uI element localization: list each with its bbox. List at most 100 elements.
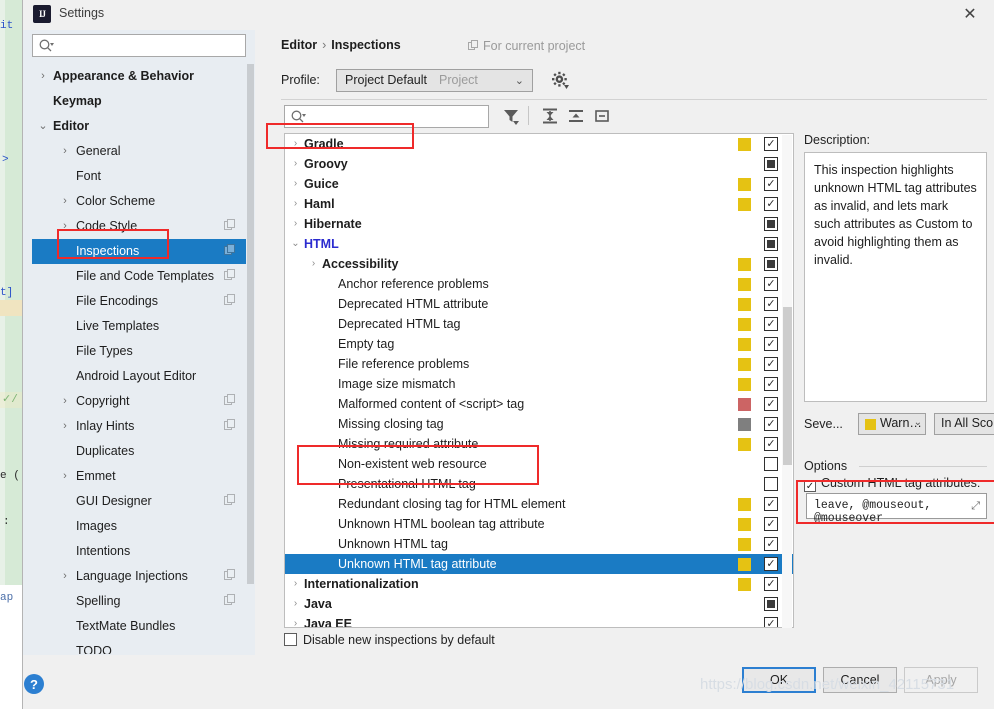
tree-row[interactable]: Non-existent web resource	[285, 454, 793, 474]
chevron-right-icon[interactable]: ›	[58, 389, 72, 414]
help-button[interactable]: ?	[24, 674, 44, 694]
sidebar-item-todo[interactable]: TODO	[32, 639, 255, 654]
chevron-right-icon[interactable]: ›	[289, 134, 302, 154]
tree-row[interactable]: › Gradle ✓	[285, 134, 793, 154]
severity-combo[interactable]: Warn… ⌄	[858, 413, 926, 435]
chevron-right-icon[interactable]: ›	[58, 414, 72, 439]
tree-scrollbar[interactable]	[782, 135, 792, 628]
tree-row[interactable]: Unknown HTML boolean tag attribute ✓	[285, 514, 793, 534]
inspections-tree[interactable]: › Gradle ✓ › Groovy › Guice ✓ › Haml ✓ › Hibernate ⌄ H…	[284, 133, 794, 628]
tree-row-checkbox[interactable]: ✓	[764, 317, 778, 331]
tree-row-checkbox[interactable]: ✓	[764, 437, 778, 451]
filter-icon[interactable]	[499, 104, 523, 128]
chevron-right-icon[interactable]: ›	[58, 214, 72, 239]
tree-row-checkbox[interactable]: ✓	[764, 197, 778, 211]
custom-html-attributes-checkbox[interactable]: ✓ Custom HTML tag attributes:	[804, 476, 980, 492]
sidebar-item-keymap[interactable]: Keymap	[32, 89, 255, 114]
tree-row[interactable]: › Groovy	[285, 154, 793, 174]
sidebar-item-file-types[interactable]: File Types	[32, 339, 255, 364]
expand-icon[interactable]: ⤢	[971, 500, 980, 513]
sidebar-item-intentions[interactable]: Intentions	[32, 539, 255, 564]
sidebar-item-code-style[interactable]: › Code Style	[32, 214, 255, 239]
tree-row[interactable]: Deprecated HTML tag ✓	[285, 314, 793, 334]
sidebar-item-copyright[interactable]: › Copyright	[32, 389, 255, 414]
tree-row-checkbox[interactable]: ✓	[764, 297, 778, 311]
sidebar-item-inspections[interactable]: Inspections	[32, 239, 255, 264]
tree-row-checkbox[interactable]: ✓	[764, 537, 778, 551]
reset-icon[interactable]	[590, 104, 614, 128]
sidebar-item-appearance-behavior[interactable]: › Appearance & Behavior	[32, 64, 255, 89]
tree-row[interactable]: Presentational HTML tag	[285, 474, 793, 494]
tree-row-checkbox[interactable]	[764, 157, 778, 171]
sidebar-item-general[interactable]: › General	[32, 139, 255, 164]
tree-row[interactable]: › Java EE ✓	[285, 614, 793, 627]
tree-row-checkbox[interactable]: ✓	[764, 617, 778, 627]
tree-row[interactable]: File reference problems ✓	[285, 354, 793, 374]
sidebar-item-images[interactable]: Images	[32, 514, 255, 539]
tree-row[interactable]: › Accessibility	[285, 254, 793, 274]
chevron-down-icon[interactable]: ⌄	[36, 114, 50, 139]
gear-icon[interactable]	[551, 71, 569, 89]
tree-row[interactable]: › Guice ✓	[285, 174, 793, 194]
expand-all-icon[interactable]	[538, 104, 562, 128]
tree-row[interactable]: › Internationalization ✓	[285, 574, 793, 594]
sidebar-item-font[interactable]: Font	[32, 164, 255, 189]
tree-row-checkbox[interactable]: ✓	[764, 357, 778, 371]
tree-row[interactable]: Empty tag ✓	[285, 334, 793, 354]
settings-nav-list[interactable]: › Appearance & Behavior Keymap ⌄ Editor › Gene…	[32, 64, 255, 654]
tree-row-checkbox[interactable]: ✓	[764, 277, 778, 291]
tree-row-checkbox[interactable]	[764, 597, 778, 611]
nav-scrollbar-thumb[interactable]	[247, 64, 254, 584]
profile-select[interactable]: Project Default Project ⌄	[336, 69, 533, 92]
sidebar-item-spelling[interactable]: Spelling	[32, 589, 255, 614]
sidebar-item-file-encodings[interactable]: File Encodings	[32, 289, 255, 314]
tree-row[interactable]: Deprecated HTML attribute ✓	[285, 294, 793, 314]
custom-html-attributes-input[interactable]: leave, @mouseout, @mouseover ⤢	[806, 493, 987, 525]
chevron-right-icon[interactable]: ›	[307, 254, 320, 274]
tree-row-checkbox[interactable]	[764, 477, 778, 491]
sidebar-item-inlay-hints[interactable]: › Inlay Hints	[32, 414, 255, 439]
chevron-right-icon[interactable]: ›	[289, 594, 302, 614]
sidebar-item-file-and-code-templates[interactable]: File and Code Templates	[32, 264, 255, 289]
disable-new-inspections-checkbox[interactable]: Disable new inspections by default	[284, 633, 495, 647]
tree-row-checkbox[interactable]: ✓	[764, 397, 778, 411]
tree-row[interactable]: Unknown HTML tag ✓	[285, 534, 793, 554]
sidebar-item-android-layout-editor[interactable]: Android Layout Editor	[32, 364, 255, 389]
tree-row[interactable]: Anchor reference problems ✓	[285, 274, 793, 294]
sidebar-item-emmet[interactable]: › Emmet	[32, 464, 255, 489]
breadcrumb-parent[interactable]: Editor	[281, 38, 317, 52]
tree-row-checkbox[interactable]	[764, 237, 778, 251]
tree-row[interactable]: Missing required attribute ✓	[285, 434, 793, 454]
nav-scrollbar[interactable]	[246, 64, 255, 624]
sidebar-item-editor[interactable]: ⌄ Editor	[32, 114, 255, 139]
tree-row[interactable]: Image size mismatch ✓	[285, 374, 793, 394]
chevron-right-icon[interactable]: ›	[58, 189, 72, 214]
chevron-right-icon[interactable]: ›	[58, 564, 72, 589]
chevron-right-icon[interactable]: ›	[36, 64, 50, 89]
chevron-right-icon[interactable]: ›	[58, 464, 72, 489]
sidebar-item-language-injections[interactable]: › Language Injections	[32, 564, 255, 589]
tree-row[interactable]: Redundant closing tag for HTML element ✓	[285, 494, 793, 514]
tree-row-checkbox[interactable]: ✓	[764, 377, 778, 391]
inspection-search-input[interactable]	[284, 105, 489, 128]
search-input[interactable]	[32, 34, 246, 57]
sidebar-item-live-templates[interactable]: Live Templates	[32, 314, 255, 339]
tree-row-checkbox[interactable]: ✓	[764, 417, 778, 431]
sidebar-item-color-scheme[interactable]: › Color Scheme	[32, 189, 255, 214]
chevron-right-icon[interactable]: ›	[289, 574, 302, 594]
sidebar-item-gui-designer[interactable]: GUI Designer	[32, 489, 255, 514]
close-icon[interactable]: ✕	[953, 3, 987, 27]
tree-row-checkbox[interactable]	[764, 217, 778, 231]
chevron-right-icon[interactable]: ›	[289, 614, 302, 627]
tree-row-checkbox[interactable]	[764, 257, 778, 271]
scope-combo[interactable]: In All Sco… ⌄	[934, 413, 994, 435]
inspections-tree-rows[interactable]: › Gradle ✓ › Groovy › Guice ✓ › Haml ✓ › Hibernate ⌄ H…	[285, 134, 793, 627]
chevron-right-icon[interactable]: ›	[289, 214, 302, 234]
sidebar-item-textmate-bundles[interactable]: TextMate Bundles	[32, 614, 255, 639]
tree-row-checkbox[interactable]: ✓	[764, 137, 778, 151]
tree-row[interactable]: Unknown HTML tag attribute ✓	[285, 554, 793, 574]
tree-scrollbar-thumb[interactable]	[783, 307, 792, 465]
collapse-all-icon[interactable]	[564, 104, 588, 128]
chevron-down-icon[interactable]: ⌄	[289, 234, 302, 254]
sidebar-item-duplicates[interactable]: Duplicates	[32, 439, 255, 464]
